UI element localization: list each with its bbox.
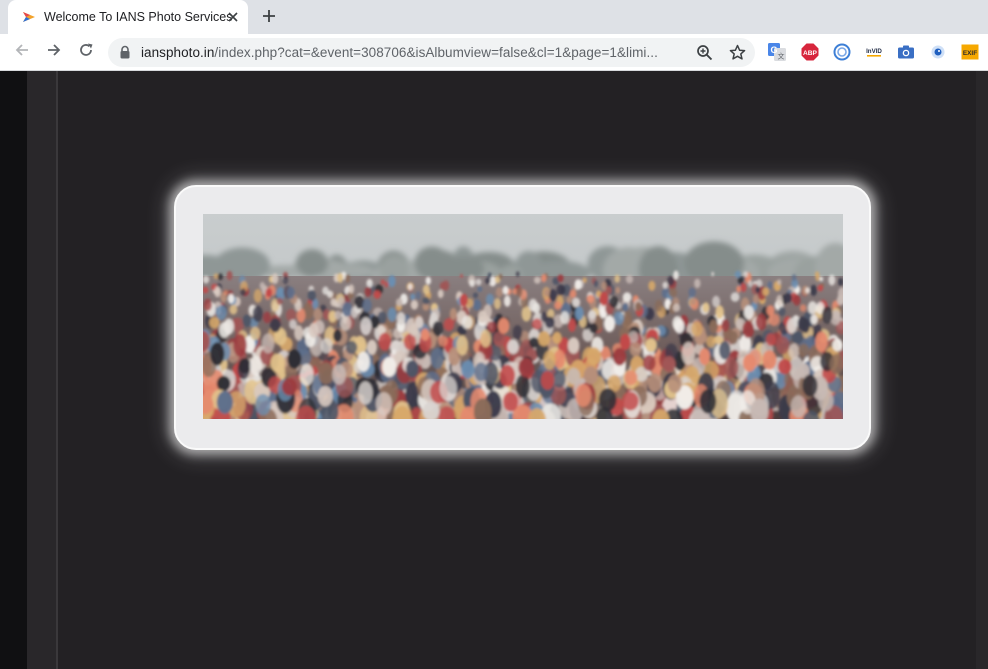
right-gutter <box>976 71 988 669</box>
exif-icon[interactable]: EXIF <box>960 42 980 62</box>
left-edge-strip <box>0 71 27 669</box>
adblock-plus-label: ABP <box>803 50 818 57</box>
bookmark-star-icon[interactable] <box>728 43 747 62</box>
address-bar[interactable]: iansphoto.in/index.php?cat=&event=308706… <box>108 38 755 67</box>
eye-icon[interactable] <box>928 42 948 62</box>
ring-extension-icon[interactable] <box>832 42 852 62</box>
url-host: iansphoto.in <box>141 45 215 60</box>
new-tab-button[interactable] <box>258 7 280 29</box>
browser-tab-active[interactable]: Welcome To IANS Photo Services <box>8 0 248 34</box>
camera-icon[interactable] <box>896 42 916 62</box>
back-button[interactable] <box>10 40 34 64</box>
adblock-plus-icon[interactable]: ABP <box>800 42 820 62</box>
tab-title: Welcome To IANS Photo Services <box>44 10 233 24</box>
ians-logo-icon <box>21 9 37 25</box>
lock-icon[interactable] <box>119 45 133 60</box>
browser-toolbar: iansphoto.in/index.php?cat=&event=308706… <box>0 34 988 71</box>
reload-button[interactable] <box>74 40 98 64</box>
url-path: /index.php?cat=&event=308706&isAlbumview… <box>214 45 658 60</box>
plus-icon <box>262 9 276 28</box>
google-translate-label: G <box>771 45 778 55</box>
invid-icon[interactable]: InVID <box>864 42 884 62</box>
crowd-photo-image <box>203 214 843 419</box>
reload-icon <box>78 42 94 63</box>
left-gutter <box>27 71 58 669</box>
tab-strip: Welcome To IANS Photo Services <box>0 0 988 34</box>
arrow-right-icon <box>46 42 62 63</box>
forward-button[interactable] <box>42 40 66 64</box>
google-translate-icon[interactable]: G 文 <box>767 42 787 62</box>
arrow-left-icon <box>14 42 30 63</box>
crowd-photo[interactable] <box>203 214 843 419</box>
invid-label: InVID <box>866 48 882 55</box>
svg-text:文: 文 <box>778 52 785 61</box>
exif-label: EXIF <box>963 50 977 57</box>
close-tab-icon[interactable] <box>225 9 241 25</box>
zoom-icon[interactable] <box>695 43 714 62</box>
url-text: iansphoto.in/index.php?cat=&event=308706… <box>141 45 658 60</box>
